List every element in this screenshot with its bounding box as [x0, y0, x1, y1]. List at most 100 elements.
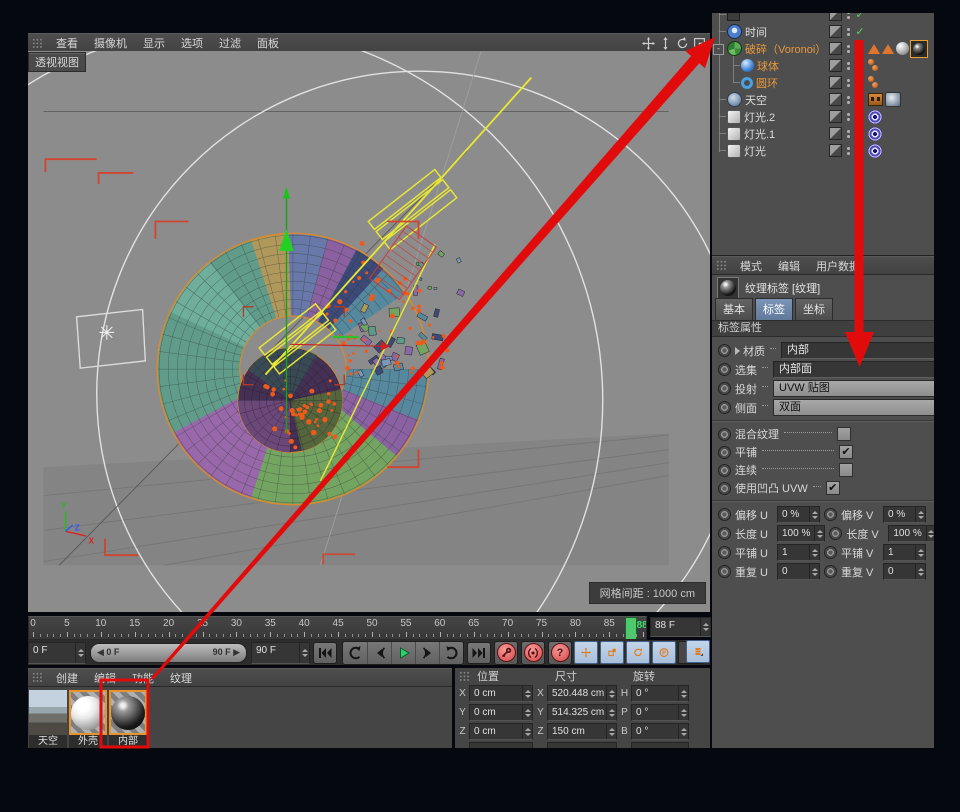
help-button[interactable]: ? [548, 640, 572, 665]
visibility-dots[interactable] [846, 95, 851, 104]
panel-grip-icon[interactable] [716, 260, 727, 271]
panel-grip-icon[interactable] [459, 670, 470, 682]
spinner-arrows[interactable] [606, 724, 616, 739]
spinner-arrows[interactable] [299, 642, 309, 663]
phong-tag-icon[interactable] [882, 43, 894, 54]
spinner-arrows[interactable] [606, 686, 616, 701]
spinner-arrows[interactable] [809, 564, 819, 579]
play-backward-button[interactable] [343, 642, 367, 664]
anim-dot-icon[interactable] [718, 527, 731, 540]
material-tag-dots-icon[interactable] [868, 59, 880, 72]
timeline-playhead[interactable] [624, 617, 637, 639]
spinner-arrows[interactable] [75, 642, 85, 663]
attribute-menu-1[interactable]: 编辑 [770, 257, 808, 275]
pan-icon[interactable] [642, 36, 655, 50]
material-preview[interactable] [109, 690, 147, 735]
material-item-内部[interactable]: 内部 [109, 690, 147, 748]
coord-field[interactable]: 0 cm [469, 704, 533, 721]
material-menu-3[interactable]: 纹理 [162, 669, 200, 687]
attribute-menu-0[interactable]: 模式 [732, 257, 770, 275]
spinner-arrows[interactable] [678, 705, 688, 720]
material-item-外壳[interactable]: 外壳 [69, 690, 107, 748]
enabled-check-icon[interactable]: ✓ [854, 127, 866, 140]
spinner-arrows[interactable] [522, 724, 532, 739]
object-row-时间[interactable]: 时间 ✓ [712, 23, 934, 40]
field-value-0[interactable]: 内部 [781, 342, 934, 359]
play-button[interactable] [391, 641, 415, 664]
layer-swatch[interactable] [829, 144, 842, 157]
spinner-arrows[interactable] [522, 686, 532, 701]
current-frame-field[interactable]: 88 F [650, 617, 711, 637]
expander-icon[interactable]: - [713, 44, 724, 55]
viewport-menu-0[interactable]: 查看 [48, 34, 86, 52]
layer-swatch[interactable] [829, 93, 842, 106]
uv-field[interactable]: 1 [883, 544, 926, 561]
spinner-arrows[interactable] [606, 705, 616, 720]
anim-dot-icon[interactable] [718, 363, 731, 376]
visibility-dots[interactable] [846, 146, 851, 155]
light-tag-icon[interactable] [868, 143, 882, 158]
checkbox[interactable]: ✔ [825, 481, 840, 495]
visibility-dots[interactable] [846, 13, 851, 19]
viewport-menu-1[interactable]: 摄像机 [86, 34, 135, 52]
next-key-button[interactable] [415, 641, 439, 664]
coord-field[interactable]: 0 ° [631, 723, 689, 740]
expand-arrow-icon[interactable] [735, 346, 740, 355]
visibility-dots[interactable] [846, 112, 851, 121]
viewport-3d[interactable]: Y Z X 透视视图 网格间距 : 1000 cm [28, 51, 710, 612]
spinner-arrows[interactable] [915, 564, 925, 579]
layer-swatch[interactable] [829, 42, 842, 55]
object-row-天空[interactable]: 天空 [712, 91, 934, 108]
anim-dot-icon[interactable] [718, 445, 731, 459]
goto-end-button[interactable] [467, 641, 491, 664]
spinner-arrows[interactable] [814, 526, 824, 541]
layer-swatch[interactable] [829, 110, 842, 123]
object-row-灯光[interactable]: 灯光 ✓ [712, 142, 934, 159]
object-row-灯光.1[interactable]: 灯光.1 ✓ [712, 125, 934, 142]
viewport-label[interactable]: 透视视图 [28, 52, 86, 72]
coord-field[interactable]: 0 ° [631, 704, 689, 721]
material-tag-dots-icon[interactable] [868, 76, 880, 89]
material-menu-2[interactable]: 功能 [124, 669, 162, 687]
compositing-tag-icon[interactable] [868, 93, 883, 106]
field-value-3[interactable]: 双面 [773, 399, 934, 416]
goto-start-button[interactable] [313, 641, 337, 664]
attribute-menu-2[interactable]: 用户数据 [808, 257, 868, 275]
uv-field[interactable]: 0 [777, 563, 820, 580]
rotate-icon[interactable] [676, 36, 689, 50]
anim-dot-icon[interactable] [718, 508, 731, 521]
play-forward-button[interactable] [439, 641, 463, 664]
coordinate-system-button[interactable]: P [652, 641, 676, 664]
tab-1[interactable]: 标签 [755, 298, 793, 320]
visibility-dots[interactable] [846, 27, 851, 36]
sky-texture-tag-icon[interactable] [885, 92, 901, 107]
rotate-tool-button[interactable] [626, 641, 650, 664]
coord-field[interactable]: 150 cm [547, 723, 617, 740]
uv-field[interactable]: 100 % [888, 525, 934, 542]
maximize-icon[interactable] [693, 37, 706, 50]
spinner-arrows[interactable] [522, 705, 532, 720]
timeline-ruler[interactable]: 88) 0 5 10 15 20 25 30 35 40 45 50 55 60 65 70 75 80 85 [28, 616, 647, 640]
material-preview[interactable] [29, 690, 67, 735]
enabled-check-icon[interactable]: ✓ [854, 59, 866, 72]
coord-field[interactable]: 0 cm [469, 723, 533, 740]
coord-field[interactable]: 514.325 cm [547, 704, 617, 721]
viewport-menu-4[interactable]: 过滤 [211, 34, 249, 52]
enabled-check-icon[interactable]: ✓ [854, 110, 866, 123]
previous-key-button[interactable] [367, 641, 391, 664]
material-menu-0[interactable]: 创建 [48, 669, 86, 687]
end-frame-field[interactable]: 90 F [251, 641, 310, 664]
uv-field[interactable]: 100 % [777, 525, 826, 542]
panel-grip-icon[interactable] [32, 672, 43, 683]
uv-field[interactable]: 0 % [883, 506, 926, 523]
record-keyframe-button[interactable] [494, 640, 518, 665]
enabled-check-icon[interactable]: ✓ [854, 76, 866, 89]
layer-swatch[interactable] [829, 25, 842, 38]
coord-field[interactable]: 520.448 cm [547, 685, 617, 702]
frame-range-slider[interactable]: ◀ 0 F 90 F ▶ [90, 642, 247, 663]
anim-dot-icon[interactable] [718, 344, 731, 357]
material-item-天空[interactable]: 天空 [29, 690, 67, 748]
spinner-arrows[interactable] [925, 526, 934, 541]
scale-tool-button[interactable] [600, 641, 624, 664]
field-value-1[interactable]: 内部面 [773, 361, 934, 378]
